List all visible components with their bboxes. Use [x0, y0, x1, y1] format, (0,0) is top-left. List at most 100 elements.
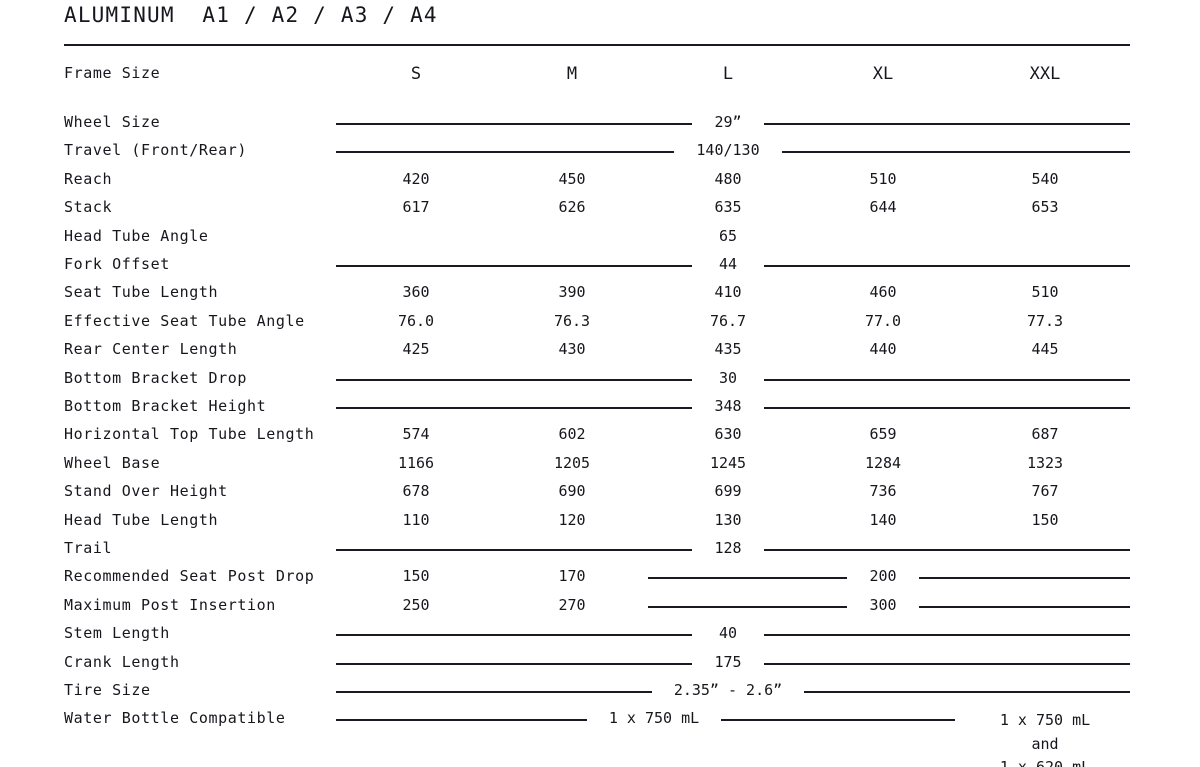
- table-cell: 140: [869, 510, 897, 529]
- table-cell: 65: [718, 226, 738, 245]
- merged-cell-rule: [336, 634, 692, 637]
- merged-cell-rule: [764, 123, 1130, 125]
- row-label: Reach: [64, 169, 113, 188]
- table-cell: 1284: [864, 453, 902, 472]
- table-cell: 420: [402, 169, 430, 188]
- row-label: Stem Length: [64, 624, 170, 643]
- row-label: Stack: [64, 198, 113, 217]
- table-cell: 653: [1031, 198, 1059, 217]
- merged-cell-value: 1 x 750 mL: [608, 709, 700, 728]
- merged-cell-rule: [919, 605, 1130, 608]
- row-label: Trail: [64, 539, 113, 557]
- merged-cell-rule: [764, 265, 1130, 267]
- table-cell: 390: [558, 283, 586, 302]
- row-label: Bottom Bracket Drop: [64, 368, 247, 387]
- row-label: Head Tube Length: [64, 510, 219, 529]
- merged-cell-value: 348: [714, 397, 742, 415]
- merged-cell-value: 40: [718, 624, 738, 643]
- page-title: ALUMINUM A1 / A2 / A3 / A4: [64, 3, 438, 27]
- table-cell: 360: [402, 283, 430, 302]
- table-cell: 150: [1031, 510, 1059, 529]
- merged-cell-value: 44: [718, 255, 738, 273]
- table-cell: 1323: [1026, 453, 1064, 472]
- row-label: Maximum Post Insertion: [64, 595, 276, 614]
- column-header-xl: XL: [872, 64, 894, 84]
- table-cell: 460: [869, 283, 897, 302]
- geometry-table-page: ALUMINUM A1 / A2 / A3 / A4 Frame Size S M L…: [0, 0, 1200, 767]
- row-label: Water Bottle Compatible: [64, 709, 286, 728]
- table-cell: 626: [558, 198, 586, 217]
- table-cell: 76.0: [397, 311, 435, 330]
- row-label: Recommended Seat Post Drop: [64, 567, 315, 586]
- table-cell: 77.3: [1026, 311, 1064, 330]
- row-label: Fork Offset: [64, 255, 170, 273]
- merged-cell-rule: [336, 662, 692, 665]
- table-cell: 644: [869, 198, 897, 217]
- table-cell: 450: [558, 169, 586, 188]
- merged-cell-value: 200: [869, 567, 897, 586]
- merged-cell-value: 29”: [714, 113, 742, 131]
- table-cell: 440: [869, 340, 897, 359]
- merged-cell-rule: [781, 151, 1130, 154]
- table-cell: 510: [869, 169, 897, 188]
- merged-cell-rule: [764, 378, 1130, 381]
- table-cell: 617: [402, 198, 430, 217]
- table-cell: 170: [558, 567, 586, 586]
- merged-cell-rule: [764, 634, 1130, 637]
- merged-cell-value: 128: [714, 539, 742, 557]
- table-cell: 540: [1031, 169, 1059, 188]
- row-label: Seat Tube Length: [64, 283, 219, 302]
- table-cell: 120: [558, 510, 586, 529]
- table-cell: 76.3: [553, 311, 591, 330]
- column-header-s: S: [410, 64, 422, 84]
- frame-size-label: Frame Size: [64, 64, 161, 82]
- merged-cell-rule: [336, 549, 692, 551]
- merged-cell-value: 1 x 750 mL and 1 x 620 mL: [999, 711, 1091, 767]
- table-cell: 690: [558, 482, 586, 501]
- merged-cell-rule: [764, 407, 1130, 409]
- table-cell: 430: [558, 340, 586, 359]
- merged-cell-rule: [336, 151, 675, 154]
- merged-cell-rule: [336, 407, 692, 409]
- merged-cell-rule: [336, 123, 692, 125]
- merged-cell-rule: [804, 691, 1130, 693]
- row-label: Bottom Bracket Height: [64, 397, 267, 415]
- row-label: Horizontal Top Tube Length: [64, 425, 315, 444]
- row-label: Tire Size: [64, 681, 151, 699]
- column-header-m: M: [566, 64, 578, 84]
- table-cell: 687: [1031, 425, 1059, 444]
- table-cell: 699: [714, 482, 742, 501]
- table-cell: 435: [714, 340, 742, 359]
- merged-cell-rule: [336, 691, 652, 693]
- table-cell: 1166: [397, 453, 435, 472]
- merged-cell-value: 140/130: [696, 141, 760, 160]
- merged-cell-value: 300: [869, 595, 897, 614]
- table-cell: 425: [402, 340, 430, 359]
- table-cell: 635: [714, 198, 742, 217]
- table-cell: 110: [402, 510, 430, 529]
- merged-cell-rule: [764, 662, 1130, 665]
- merged-cell-value: 2.35” - 2.6”: [673, 681, 783, 699]
- merged-cell-rule: [336, 378, 692, 381]
- table-cell: 480: [714, 169, 742, 188]
- header-divider: [64, 44, 1130, 46]
- row-label: Rear Center Length: [64, 340, 238, 359]
- table-cell: 130: [714, 510, 742, 529]
- row-label: Crank Length: [64, 652, 180, 671]
- table-cell: 767: [1031, 482, 1059, 501]
- table-cell: 445: [1031, 340, 1059, 359]
- merged-cell-rule: [336, 719, 587, 722]
- table-cell: 1245: [709, 453, 747, 472]
- merged-cell-rule: [764, 549, 1130, 551]
- row-label: Effective Seat Tube Angle: [64, 311, 305, 330]
- merged-cell-rule: [919, 577, 1130, 580]
- column-header-l: L: [722, 64, 734, 84]
- table-cell: 602: [558, 425, 586, 444]
- merged-cell-value: 175: [714, 652, 742, 671]
- table-cell: 574: [402, 425, 430, 444]
- table-cell: 250: [402, 595, 430, 614]
- table-cell: 410: [714, 283, 742, 302]
- merged-cell-rule: [336, 265, 692, 267]
- table-cell: 630: [714, 425, 742, 444]
- row-label: Head Tube Angle: [64, 226, 209, 245]
